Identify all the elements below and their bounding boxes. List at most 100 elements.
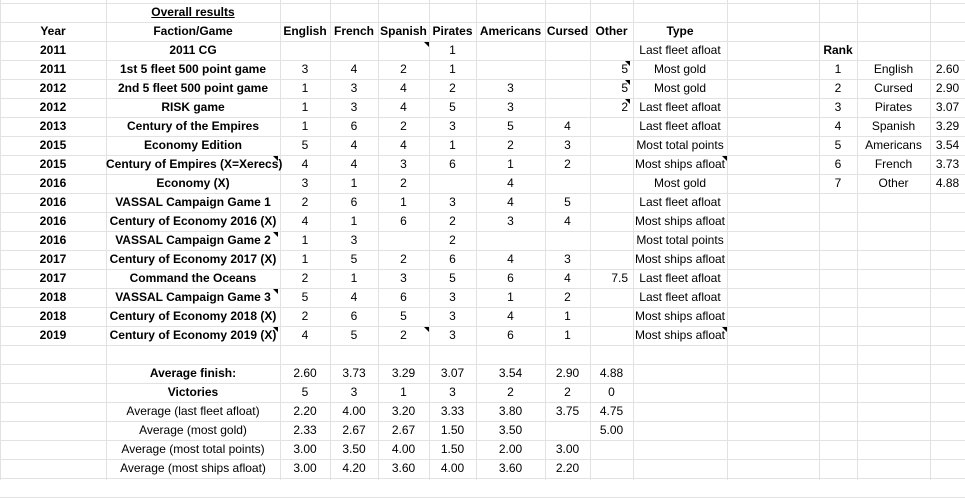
stat-value[interactable]: 2	[545, 383, 590, 402]
stat-value[interactable]: 4.00	[378, 440, 429, 459]
cell-english[interactable]: 4	[280, 155, 330, 174]
cell-americans[interactable]: 3	[476, 98, 545, 117]
stat-label[interactable]: Victories	[106, 383, 280, 402]
cell-americans[interactable]: 4	[476, 174, 545, 193]
cell-year[interactable]: 2012	[0, 98, 106, 117]
sheet-title[interactable]: Overall results	[106, 3, 280, 22]
cell-game[interactable]: Economy (X)	[106, 174, 280, 193]
cell-english[interactable]: 4	[280, 326, 330, 345]
cell-other[interactable]	[590, 307, 628, 326]
comment-indicator-icon[interactable]	[625, 99, 630, 104]
header-english[interactable]: English	[280, 22, 330, 41]
stat-value[interactable]: 4.00	[429, 459, 476, 478]
rank-score[interactable]: 2.60	[930, 60, 965, 79]
cell-americans[interactable]: 4	[476, 193, 545, 212]
cell-french[interactable]: 5	[330, 326, 378, 345]
stat-value[interactable]: 2.67	[378, 421, 429, 440]
cell-other[interactable]	[590, 117, 628, 136]
cell-english[interactable]: 1	[280, 79, 330, 98]
cell-other[interactable]: 5	[590, 79, 628, 98]
rank-score[interactable]: 3.54	[930, 136, 965, 155]
header-other[interactable]: Other	[590, 22, 633, 41]
stat-value[interactable]: 3.00	[545, 440, 590, 459]
stat-value[interactable]	[545, 421, 590, 440]
cell-other[interactable]	[590, 212, 628, 231]
stat-value[interactable]: 3.75	[545, 402, 590, 421]
cell-english[interactable]: 2	[280, 269, 330, 288]
cell-french[interactable]: 3	[330, 79, 378, 98]
cell-french[interactable]: 4	[330, 60, 378, 79]
cell-type[interactable]: Most total points	[633, 136, 727, 155]
cell-french[interactable]: 6	[330, 193, 378, 212]
stat-value[interactable]: 5.00	[590, 421, 633, 440]
cell-spanish[interactable]: 2	[378, 250, 429, 269]
cell-pirates[interactable]: 5	[429, 269, 476, 288]
comment-indicator-icon[interactable]	[273, 156, 278, 161]
rank-score[interactable]: 2.90	[930, 79, 965, 98]
cell-english[interactable]: 1	[280, 117, 330, 136]
cell-pirates[interactable]: 5	[429, 98, 476, 117]
cell-type[interactable]: Most ships afloat	[633, 326, 727, 345]
cell-english[interactable]: 3	[280, 60, 330, 79]
cell-pirates[interactable]: 3	[429, 288, 476, 307]
cell-french[interactable]: 4	[330, 288, 378, 307]
cell-english[interactable]: 5	[280, 136, 330, 155]
cell-year[interactable]: 2012	[0, 79, 106, 98]
stat-value[interactable]: 3.60	[378, 459, 429, 478]
stat-value[interactable]: 2.20	[545, 459, 590, 478]
cell-game[interactable]: Economy Edition	[106, 136, 280, 155]
stat-value[interactable]	[590, 459, 633, 478]
cell-spanish[interactable]: 2	[378, 174, 429, 193]
cell-cursed[interactable]: 4	[545, 212, 590, 231]
cell-cursed[interactable]	[545, 41, 590, 60]
cell-game[interactable]: Century of Economy 2019 (X)	[106, 326, 280, 345]
cell-english[interactable]: 1	[280, 231, 330, 250]
stat-value[interactable]: 2.33	[280, 421, 330, 440]
cell-type[interactable]: Last fleet afloat	[633, 41, 727, 60]
comment-indicator-icon[interactable]	[424, 42, 429, 47]
comment-indicator-icon[interactable]	[722, 327, 727, 332]
cell-french[interactable]: 1	[330, 212, 378, 231]
cell-pirates[interactable]: 2	[429, 79, 476, 98]
cell-other[interactable]: 5	[590, 60, 628, 79]
cell-year[interactable]: 2018	[0, 307, 106, 326]
stat-value[interactable]: 2.90	[545, 364, 590, 383]
cell-cursed[interactable]	[545, 174, 590, 193]
cell-americans[interactable]	[476, 231, 545, 250]
stat-value[interactable]: 3.80	[476, 402, 545, 421]
header-americans[interactable]: Americans	[476, 22, 545, 41]
cell-french[interactable]: 5	[330, 250, 378, 269]
rank-number[interactable]: 6	[819, 155, 857, 174]
cell-other[interactable]	[590, 250, 628, 269]
cell-pirates[interactable]: 3	[429, 117, 476, 136]
cell-type[interactable]: Most gold	[633, 60, 727, 79]
stat-value[interactable]: 3.29	[378, 364, 429, 383]
cell-spanish[interactable]	[378, 41, 429, 60]
comment-indicator-icon[interactable]	[273, 327, 278, 332]
cell-cursed[interactable]	[545, 60, 590, 79]
cell-americans[interactable]: 6	[476, 269, 545, 288]
cell-pirates[interactable]: 1	[429, 41, 476, 60]
cell-other[interactable]	[590, 155, 628, 174]
cell-french[interactable]: 4	[330, 136, 378, 155]
cell-english[interactable]: 3	[280, 174, 330, 193]
cell-english[interactable]	[280, 41, 330, 60]
rank-faction[interactable]: Pirates	[857, 98, 930, 117]
rank-score[interactable]: 4.88	[930, 174, 965, 193]
header-spanish[interactable]: Spanish	[378, 22, 429, 41]
stat-value[interactable]: 2.20	[280, 402, 330, 421]
cell-game[interactable]: Command the Oceans	[106, 269, 280, 288]
cell-spanish[interactable]: 3	[378, 269, 429, 288]
cell-other[interactable]	[590, 136, 628, 155]
cell-french[interactable]: 3	[330, 231, 378, 250]
rank-faction[interactable]: Other	[857, 174, 930, 193]
stat-value[interactable]: 3.50	[330, 440, 378, 459]
cell-spanish[interactable]: 5	[378, 307, 429, 326]
cell-year[interactable]: 2013	[0, 117, 106, 136]
cell-pirates[interactable]: 3	[429, 307, 476, 326]
cell-pirates[interactable]: 6	[429, 155, 476, 174]
stat-value[interactable]: 5	[280, 383, 330, 402]
cell-americans[interactable]: 1	[476, 288, 545, 307]
rank-number[interactable]: 7	[819, 174, 857, 193]
comment-indicator-icon[interactable]	[625, 61, 630, 66]
